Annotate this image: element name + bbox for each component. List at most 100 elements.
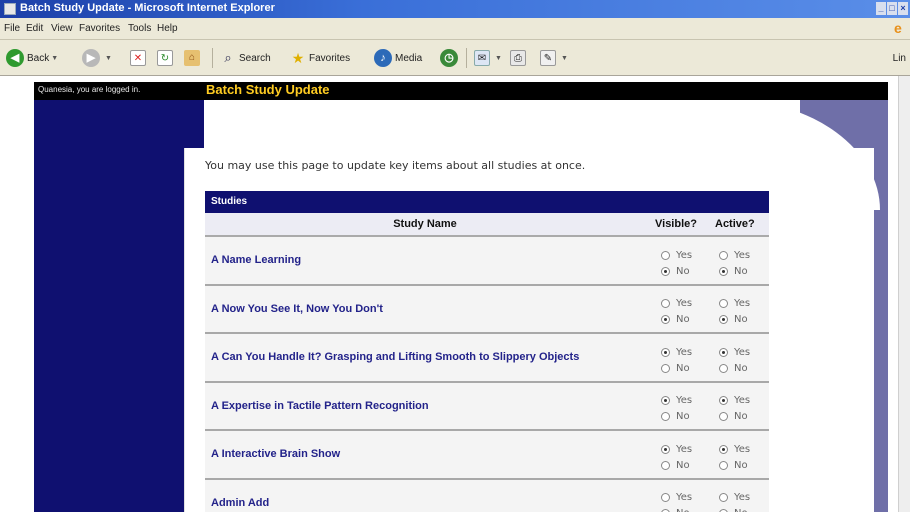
edit-page-icon: ✎: [540, 50, 556, 66]
menu-file[interactable]: File: [4, 23, 20, 34]
visible-yes-radio[interactable]: [661, 347, 670, 357]
menu-tools[interactable]: Tools: [128, 23, 151, 34]
back-button[interactable]: ◀ Back ▼: [6, 48, 58, 68]
print-icon: ⎙: [510, 50, 526, 66]
visible-no-radio[interactable]: [661, 412, 670, 421]
edit-button[interactable]: ✎ ▼: [540, 48, 568, 68]
menu-view[interactable]: View: [51, 23, 73, 34]
visible-no-radio[interactable]: [661, 315, 670, 324]
active-radio-group: Yes No: [719, 296, 779, 328]
refresh-button[interactable]: ↻: [157, 48, 176, 68]
active-yes-radio[interactable]: [719, 299, 728, 308]
table-row: Admin Add Yes No Yes No: [205, 479, 769, 512]
active-no-option[interactable]: No: [719, 409, 779, 425]
vertical-scrollbar[interactable]: [898, 76, 910, 512]
active-yes-option[interactable]: Yes: [719, 344, 779, 360]
visible-yes-option[interactable]: Yes: [661, 247, 721, 263]
visible-no-radio[interactable]: [661, 460, 670, 470]
active-yes-option[interactable]: Yes: [719, 247, 779, 263]
visible-no-option[interactable]: No: [661, 409, 721, 425]
active-no-option[interactable]: No: [719, 263, 779, 279]
active-no-radio[interactable]: [719, 363, 728, 373]
visible-no-option[interactable]: No: [661, 312, 721, 328]
active-yes-radio[interactable]: [719, 493, 728, 502]
active-yes-option[interactable]: Yes: [719, 441, 779, 457]
menu-help[interactable]: Help: [157, 23, 178, 34]
active-yes-radio[interactable]: [719, 347, 728, 357]
print-button[interactable]: ⎙: [510, 48, 529, 68]
search-button[interactable]: ⌕ Search: [220, 48, 270, 68]
visible-yes-option[interactable]: Yes: [661, 441, 721, 457]
study-name-link[interactable]: A Name Learning: [211, 254, 301, 266]
stop-icon: ✕: [130, 50, 146, 66]
visible-yes-option[interactable]: Yes: [661, 296, 721, 312]
radio-label: No: [676, 459, 690, 471]
active-no-radio[interactable]: [719, 266, 728, 276]
visible-yes-radio[interactable]: [661, 250, 670, 260]
visible-no-option[interactable]: No: [661, 506, 721, 512]
active-yes-radio[interactable]: [719, 250, 728, 260]
visible-yes-radio[interactable]: [661, 493, 670, 502]
menu-edit[interactable]: Edit: [26, 23, 43, 34]
active-yes-option[interactable]: Yes: [719, 393, 779, 409]
media-label: Media: [395, 52, 423, 64]
home-button[interactable]: ⌂: [184, 48, 203, 68]
favorites-star-icon: ★: [291, 50, 305, 66]
active-no-option[interactable]: No: [719, 312, 779, 328]
minimize-button[interactable]: _: [876, 2, 886, 15]
mail-icon: ✉: [474, 50, 490, 66]
visible-yes-option[interactable]: Yes: [661, 490, 721, 506]
search-icon: ⌕: [224, 50, 232, 65]
forward-button[interactable]: ▶ ▼: [82, 48, 112, 68]
maximize-button[interactable]: □: [887, 2, 897, 15]
visible-yes-option[interactable]: Yes: [661, 344, 721, 360]
visible-yes-radio[interactable]: [661, 444, 670, 454]
window-title: Batch Study Update - Microsoft Internet …: [20, 2, 275, 14]
active-no-radio[interactable]: [719, 412, 728, 421]
menu-favorites[interactable]: Favorites: [79, 23, 120, 34]
links-label[interactable]: Lin: [893, 53, 906, 64]
active-no-option[interactable]: No: [719, 457, 779, 473]
visible-yes-option[interactable]: Yes: [661, 393, 721, 409]
radio-label: No: [734, 459, 748, 471]
radio-label: Yes: [734, 395, 751, 406]
active-yes-option[interactable]: Yes: [719, 296, 779, 312]
radio-label: Yes: [676, 346, 693, 358]
mail-button[interactable]: ✉ ▼: [474, 48, 502, 68]
favorites-label: Favorites: [309, 52, 351, 64]
dropdown-arrow-icon: ▼: [495, 54, 502, 62]
active-yes-radio[interactable]: [719, 444, 728, 454]
active-no-radio[interactable]: [719, 460, 728, 470]
intro-text: You may use this page to update key item…: [205, 159, 586, 172]
radio-label: No: [676, 362, 690, 374]
history-button[interactable]: ◷: [440, 48, 461, 68]
visible-no-option[interactable]: No: [661, 457, 721, 473]
active-yes-radio[interactable]: [719, 396, 728, 405]
media-button[interactable]: ♪ Media: [374, 48, 422, 68]
forward-arrow-icon: ▶: [82, 49, 100, 67]
active-no-option[interactable]: No: [719, 506, 779, 512]
visible-yes-radio[interactable]: [661, 299, 670, 308]
visible-no-radio[interactable]: [661, 266, 670, 276]
study-name-link[interactable]: A Expertise in Tactile Pattern Recogniti…: [211, 400, 429, 412]
study-name-link[interactable]: A Can You Handle It? Grasping and Liftin…: [211, 351, 579, 363]
stop-button[interactable]: ✕: [130, 48, 149, 68]
table-row: A Interactive Brain Show Yes No Yes No: [205, 431, 769, 480]
title-bar: Batch Study Update - Microsoft Internet …: [0, 0, 910, 18]
visible-no-radio[interactable]: [661, 363, 670, 373]
visible-radio-group: Yes No: [661, 490, 721, 512]
radio-label: Yes: [676, 298, 693, 309]
study-name-link[interactable]: Admin Add: [211, 497, 269, 509]
active-radio-group: Yes No: [719, 247, 779, 279]
favorites-button[interactable]: ★ Favorites: [290, 48, 350, 68]
active-yes-option[interactable]: Yes: [719, 490, 779, 506]
visible-no-option[interactable]: No: [661, 360, 721, 376]
active-no-option[interactable]: No: [719, 360, 779, 376]
study-name-link[interactable]: A Interactive Brain Show: [211, 448, 340, 460]
menu-bar: File Edit View Favorites Tools Help e: [0, 18, 910, 40]
close-button[interactable]: ×: [898, 2, 908, 15]
visible-no-option[interactable]: No: [661, 263, 721, 279]
active-no-radio[interactable]: [719, 315, 728, 324]
visible-yes-radio[interactable]: [661, 396, 670, 405]
study-name-link[interactable]: A Now You See It, Now You Don't: [211, 303, 383, 315]
